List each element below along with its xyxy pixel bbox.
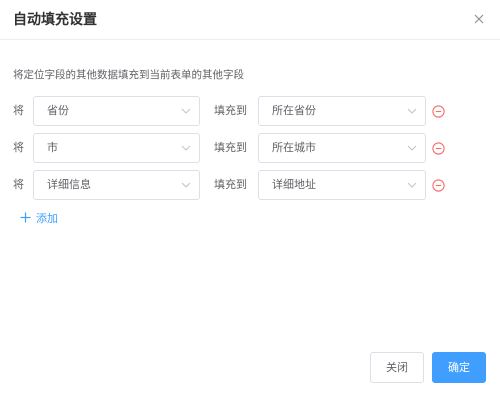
dialog-description: 将定位字段的其他数据填充到当前表单的其他字段: [13, 69, 244, 81]
remove-row-button[interactable]: [432, 103, 445, 118]
close-icon: [474, 14, 484, 24]
mapping-row: 将 省份 填充到 所在省份: [0, 96, 500, 126]
target-field-select[interactable]: 所在城市: [258, 133, 426, 163]
target-field-value: 所在省份: [272, 104, 316, 117]
row-prefix-label: 将: [13, 104, 24, 117]
target-field-value: 所在城市: [272, 141, 316, 154]
dialog-title: 自动填充设置: [13, 12, 97, 28]
source-field-value: 市: [47, 141, 58, 154]
chevron-down-icon: [181, 108, 191, 114]
minus-circle-icon: [432, 179, 445, 192]
source-field-select[interactable]: 省份: [33, 96, 200, 126]
remove-row-button[interactable]: [432, 140, 445, 155]
close-dialog-button[interactable]: 关闭: [370, 352, 424, 383]
fill-to-label: 填充到: [214, 104, 247, 117]
dialog-header: 自动填充设置: [0, 0, 500, 40]
chevron-down-icon: [407, 145, 417, 151]
source-field-value: 省份: [47, 104, 69, 117]
source-field-value: 详细信息: [47, 178, 91, 191]
target-field-select[interactable]: 所在省份: [258, 96, 426, 126]
chevron-down-icon: [181, 182, 191, 188]
remove-row-button[interactable]: [432, 177, 445, 192]
target-field-select[interactable]: 详细地址: [258, 170, 426, 200]
source-field-select[interactable]: 详细信息: [33, 170, 200, 200]
row-prefix-label: 将: [13, 141, 24, 154]
chevron-down-icon: [181, 145, 191, 151]
mapping-row: 将 详细信息 填充到 详细地址: [0, 170, 500, 200]
confirm-button[interactable]: 确定: [432, 352, 486, 383]
close-button[interactable]: [468, 8, 490, 30]
fill-to-label: 填充到: [214, 178, 247, 191]
fill-to-label: 填充到: [214, 141, 247, 154]
target-field-value: 详细地址: [272, 178, 316, 191]
plus-icon: [20, 212, 31, 223]
add-row-button[interactable]: 添加: [20, 211, 58, 227]
minus-circle-icon: [432, 105, 445, 118]
source-field-select[interactable]: 市: [33, 133, 200, 163]
chevron-down-icon: [407, 108, 417, 114]
minus-circle-icon: [432, 142, 445, 155]
row-prefix-label: 将: [13, 178, 24, 191]
chevron-down-icon: [407, 182, 417, 188]
mapping-row: 将 市 填充到 所在城市: [0, 133, 500, 163]
add-row-label: 添加: [36, 212, 58, 225]
